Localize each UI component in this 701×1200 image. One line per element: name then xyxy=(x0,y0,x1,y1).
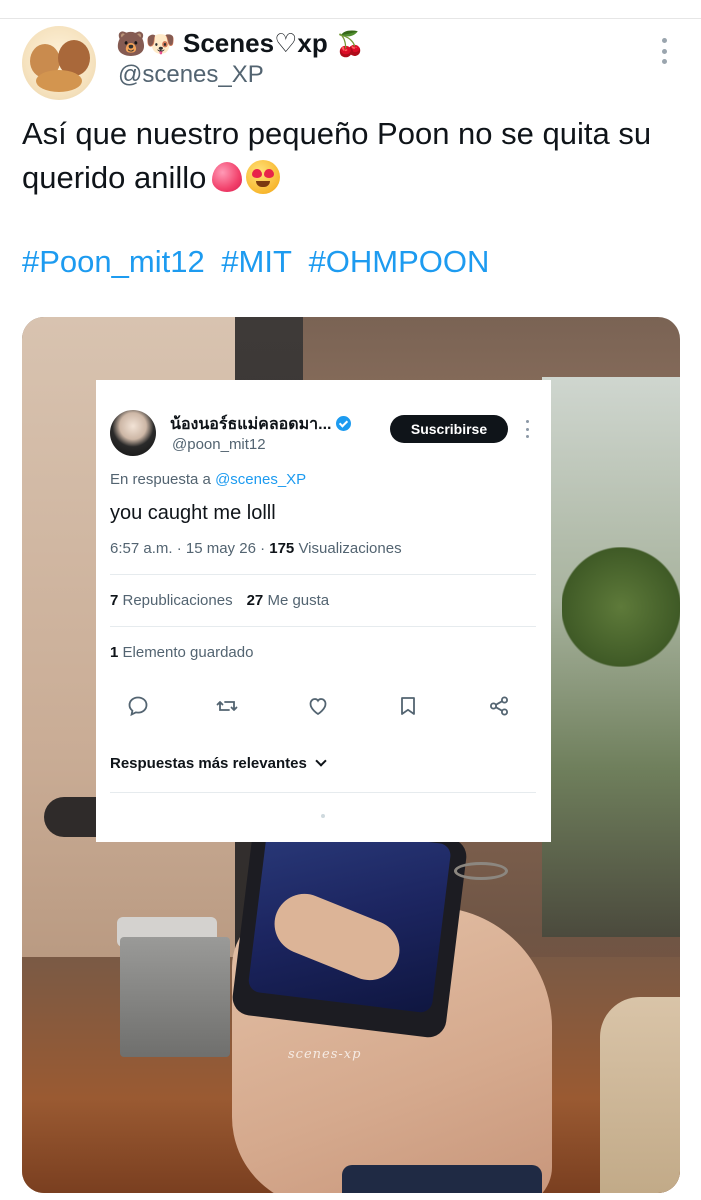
reply-icon xyxy=(128,696,148,717)
hashtag-list: #Poon_mit12 #MIT #OHMPOON xyxy=(22,240,497,284)
action-bar xyxy=(110,690,536,722)
display-name-text: Scenes♡xp xyxy=(183,28,328,58)
hashtag-link[interactable]: #Poon_mit12 xyxy=(22,244,205,279)
heart-eyes-emoji-icon xyxy=(246,160,281,194)
divider xyxy=(110,626,536,627)
embedded-author-name: น้องนอร์ธแม่คลอดมา... xyxy=(170,412,351,437)
subscribe-button: Suscribirse xyxy=(390,415,508,443)
hashtag-link[interactable]: #MIT xyxy=(221,244,292,279)
ring xyxy=(454,862,508,880)
embedded-author-handle: @poon_mit12 xyxy=(172,436,266,453)
loading-dot xyxy=(321,814,325,818)
watermark-text: scenes-xp xyxy=(288,1047,362,1062)
more-options-icon xyxy=(524,420,530,438)
divider xyxy=(110,574,536,575)
engagement-stats: 7 Republicaciones 27 Me gusta xyxy=(110,592,330,609)
tweet-body: Así que nuestro pequeño Poon no se quita… xyxy=(22,112,682,200)
reply-mention: @scenes_XP xyxy=(215,471,307,488)
tweet-media-image[interactable]: scenes-xp น้องนอร์ธแม่คลอดมา... @poon_mi… xyxy=(22,317,680,1193)
display-name[interactable]: 🐻🐶 Scenes♡xp 🍒 xyxy=(116,26,365,62)
embedded-tweet-meta: 6:57 a.m. · 15 may 26 · 175 Visualizacio… xyxy=(110,540,402,557)
pink-heart-emoji-icon xyxy=(212,162,243,192)
saved-count: 1 Elemento guardado xyxy=(110,644,254,661)
top-divider xyxy=(0,18,701,19)
share-icon xyxy=(490,696,508,716)
hashtag-link[interactable]: #OHMPOON xyxy=(309,244,490,279)
embedded-author-avatar xyxy=(110,410,156,456)
more-options-icon[interactable] xyxy=(654,38,674,64)
cherry-emoji-icon: 🍒 xyxy=(334,31,365,58)
user-handle[interactable]: @scenes_XP xyxy=(118,60,264,90)
embedded-tweet-text: you caught me lolll xyxy=(110,502,276,524)
repost-icon xyxy=(216,701,238,711)
replies-sort-dropdown: Respuestas más relevantes xyxy=(110,755,327,772)
like-icon xyxy=(309,698,327,716)
verified-badge-icon xyxy=(335,416,351,431)
user-avatar[interactable] xyxy=(22,26,96,100)
tweet-text: Así que nuestro pequeño Poon no se quita… xyxy=(22,116,652,195)
bookmark-icon xyxy=(401,697,415,715)
divider xyxy=(110,792,536,793)
chevron-down-icon xyxy=(315,755,327,767)
reply-context: En respuesta a @scenes_XP xyxy=(110,471,307,488)
bear-emoji-icon: 🐻🐶 xyxy=(116,31,176,58)
embedded-tweet-screenshot: น้องนอร์ธแม่คลอดมา... @poon_mit12 Suscri… xyxy=(96,380,551,842)
